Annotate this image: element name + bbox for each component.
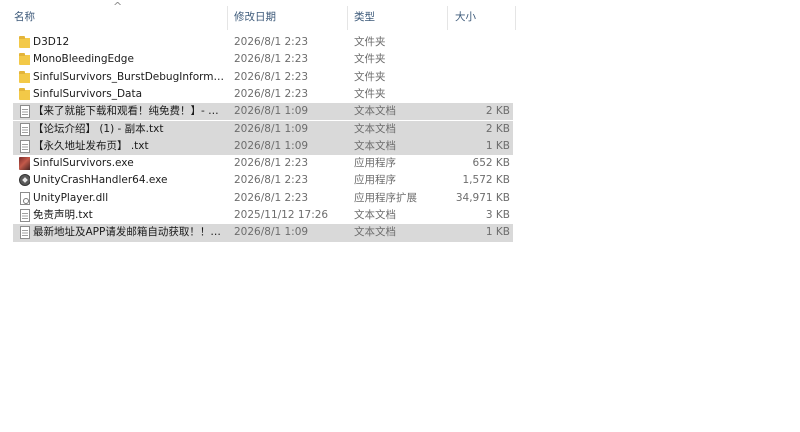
file-type: 文本文档 <box>354 209 396 221</box>
file-row[interactable]: SinfulSurvivors_BurstDebugInformati... 20… <box>13 69 513 86</box>
file-name: SinfulSurvivors.exe <box>33 157 134 170</box>
folder-icon <box>16 34 30 51</box>
file-name: 【论坛介绍】 (1) - 副本.txt <box>33 122 164 135</box>
file-size <box>450 69 510 86</box>
file-row[interactable]: 免责声明.txt 2025/11/12 17:26 文本文档 3 KB <box>13 207 513 224</box>
file-modified-date: 2026/8/1 2:23 <box>234 36 309 48</box>
column-divider[interactable] <box>447 6 448 30</box>
file-name: 【来了就能下载和观看！纯免费！】- 副... <box>33 105 227 118</box>
column-divider[interactable] <box>347 6 348 30</box>
folder-icon <box>16 69 30 86</box>
file-size: 652 KB <box>472 157 510 170</box>
file-name: 免责声明.txt <box>33 209 93 221</box>
file-modified-date: 2026/8/1 1:09 <box>234 226 309 239</box>
file-name: 【永久地址发布页】 .txt <box>33 139 149 152</box>
folder-icon <box>16 51 30 68</box>
file-type: 文件夹 <box>354 53 386 66</box>
file-type: 文件夹 <box>354 70 386 83</box>
unity-icon <box>16 172 30 189</box>
text-document-icon <box>16 103 30 120</box>
file-type: 应用程序扩展 <box>354 191 417 204</box>
file-type: 文件夹 <box>354 36 386 48</box>
file-type: 应用程序 <box>354 157 396 170</box>
file-type: 文本文档 <box>354 139 396 152</box>
file-name: MonoBleedingEdge <box>33 53 134 66</box>
file-name: D3D12 <box>33 36 70 48</box>
file-modified-date: 2026/8/1 2:23 <box>234 191 309 204</box>
column-divider[interactable] <box>227 6 228 30</box>
file-name: SinfulSurvivors_Data <box>33 87 143 100</box>
folder-icon <box>16 86 30 103</box>
file-name: UnityPlayer.dll <box>33 191 109 204</box>
file-type: 文本文档 <box>354 122 396 135</box>
column-size-header[interactable]: 大小 <box>455 0 513 34</box>
file-row[interactable]: 【论坛介绍】 (1) - 副本.txt 2026/8/1 1:09 文本文档 2 KB <box>13 120 513 138</box>
file-modified-date: 2026/8/1 1:09 <box>234 139 309 152</box>
text-document-icon <box>16 121 30 138</box>
column-header: ^ 名称 修改日期 类型 大小 <box>0 0 520 34</box>
file-size: 34,971 KB <box>455 191 510 204</box>
file-row[interactable]: 最新地址及APP请发邮箱自动获取！！！... 2026/8/1 1:09 文本文档 1… <box>13 224 513 242</box>
file-size <box>450 34 510 51</box>
file-size: 1 KB <box>485 226 510 239</box>
file-row[interactable]: UnityCrashHandler64.exe 2026/8/1 2:23 应用程序… <box>13 172 513 189</box>
text-document-icon <box>16 207 30 224</box>
dll-file-icon <box>16 190 30 207</box>
text-document-icon <box>16 138 30 155</box>
file-size: 2 KB <box>485 122 510 135</box>
column-date-header[interactable]: 修改日期 <box>234 0 344 34</box>
file-size <box>450 86 510 103</box>
file-size <box>450 51 510 68</box>
file-row[interactable]: 【永久地址发布页】 .txt 2026/8/1 1:09 文本文档 1 KB <box>13 137 513 156</box>
file-modified-date: 2026/8/1 1:09 <box>234 122 309 135</box>
text-document-icon <box>16 224 30 241</box>
file-name: 最新地址及APP请发邮箱自动获取！！！... <box>33 226 227 239</box>
game-app-icon <box>16 155 30 172</box>
file-row[interactable]: MonoBleedingEdge 2026/8/1 2:23 文件夹 <box>13 51 513 68</box>
file-modified-date: 2025/11/12 17:26 <box>234 209 329 221</box>
file-modified-date: 2026/8/1 2:23 <box>234 174 309 187</box>
file-type: 应用程序 <box>354 174 396 187</box>
file-modified-date: 2026/8/1 2:23 <box>234 53 309 66</box>
file-size: 1 KB <box>485 139 510 152</box>
column-type-header[interactable]: 类型 <box>354 0 444 34</box>
file-size: 2 KB <box>485 105 510 118</box>
file-modified-date: 2026/8/1 2:23 <box>234 70 309 83</box>
file-type: 文本文档 <box>354 226 396 239</box>
file-size: 3 KB <box>485 209 510 221</box>
file-name: SinfulSurvivors_BurstDebugInformati... <box>33 70 227 83</box>
file-row[interactable]: 【来了就能下载和观看！纯免费！】- 副... 2026/8/1 1:09 文本文档 2… <box>13 103 513 121</box>
file-type: 文件夹 <box>354 87 386 100</box>
file-type: 文本文档 <box>354 105 396 118</box>
file-modified-date: 2026/8/1 1:09 <box>234 105 309 118</box>
file-row[interactable]: SinfulSurvivors_Data 2026/8/1 2:23 文件夹 <box>13 86 513 103</box>
file-modified-date: 2026/8/1 2:23 <box>234 157 309 170</box>
file-row[interactable]: D3D12 2026/8/1 2:23 文件夹 <box>13 34 513 51</box>
file-size: 1,572 KB <box>462 174 511 187</box>
file-row[interactable]: UnityPlayer.dll 2026/8/1 2:23 应用程序扩展 34,971… <box>13 190 513 207</box>
file-modified-date: 2026/8/1 2:23 <box>234 87 309 100</box>
column-divider[interactable] <box>515 6 516 30</box>
column-name-header[interactable]: 名称 <box>14 0 224 34</box>
file-name: UnityCrashHandler64.exe <box>33 174 168 187</box>
file-row[interactable]: SinfulSurvivors.exe 2026/8/1 2:23 应用程序 652 … <box>13 155 513 172</box>
